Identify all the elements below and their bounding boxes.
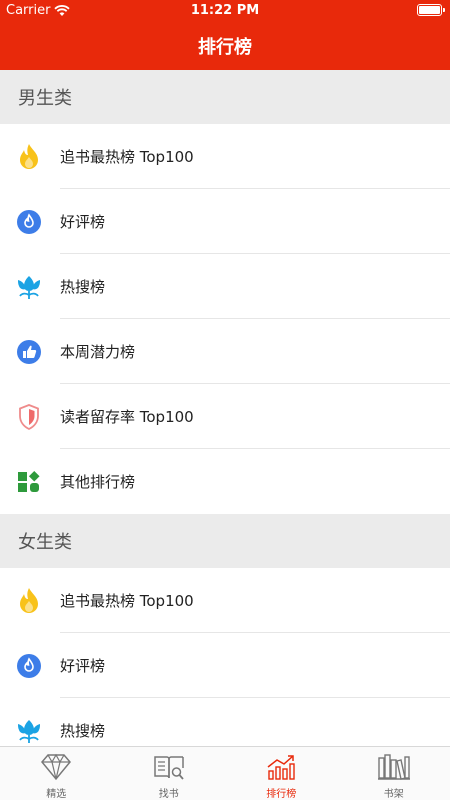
- tab-bookshelf[interactable]: 书架: [338, 747, 450, 800]
- list-item-label: 热搜榜: [60, 722, 106, 740]
- list-item[interactable]: 追书最热榜 Top100: [0, 124, 450, 189]
- list-item-label: 追书最热榜 Top100: [60, 592, 194, 610]
- list-item-label: 好评榜: [60, 657, 106, 675]
- list-item-label: 其他排行榜: [60, 473, 136, 491]
- status-bar: Carrier 11:22 PM: [0, 0, 450, 22]
- battery-icon: [417, 4, 445, 16]
- bookshelf-icon: [377, 752, 411, 782]
- ranking-list: 男生类 追书最热榜 Top100 好评榜 热搜榜 本周潜力榜 读者留存率 Top: [0, 70, 450, 746]
- tab-find-book[interactable]: 找书: [113, 747, 226, 800]
- tab-label: 排行榜: [266, 789, 297, 800]
- nav-bar: 排行榜: [0, 22, 450, 70]
- section-title: 男生类: [18, 88, 72, 109]
- list-item-label: 热搜榜: [60, 278, 106, 296]
- tab-featured[interactable]: 精选: [0, 747, 113, 800]
- list-item-label: 本周潜力榜: [60, 343, 136, 361]
- flame-icon: [15, 143, 43, 171]
- tab-label: 精选: [46, 789, 67, 800]
- thumbs-flame-icon: [15, 652, 43, 680]
- list-item[interactable]: 热搜榜: [0, 698, 450, 746]
- section-title: 女生类: [18, 532, 72, 553]
- list-item-label: 追书最热榜 Top100: [60, 148, 194, 166]
- list-item-label: 好评榜: [60, 213, 106, 231]
- list-item[interactable]: 热搜榜: [0, 254, 450, 319]
- grid-icon: [15, 468, 43, 496]
- tab-ranking[interactable]: 排行榜: [225, 747, 338, 800]
- tab-bar: 精选 找书 排行榜 书架: [0, 746, 450, 800]
- book-search-icon: [152, 752, 186, 782]
- chart-up-icon: [264, 752, 298, 782]
- page-title: 排行榜: [198, 37, 252, 58]
- list-item[interactable]: 追书最热榜 Top100: [0, 568, 450, 633]
- thumbs-up-icon: [15, 338, 43, 366]
- section-header-female: 女生类: [0, 514, 450, 568]
- status-time: 11:22 PM: [190, 3, 260, 18]
- list-item[interactable]: 本周潜力榜: [0, 319, 450, 384]
- list-item[interactable]: 其他排行榜: [0, 449, 450, 514]
- list-item[interactable]: 好评榜: [0, 189, 450, 254]
- lotus-icon: [15, 273, 43, 301]
- tab-label: 书架: [383, 789, 404, 800]
- shield-icon: [15, 403, 43, 431]
- thumbs-flame-icon: [15, 208, 43, 236]
- list-item[interactable]: 好评榜: [0, 633, 450, 698]
- section-header-male: 男生类: [0, 70, 450, 124]
- list-item-label: 读者留存率 Top100: [60, 408, 194, 426]
- diamond-icon: [39, 752, 73, 782]
- list-item[interactable]: 读者留存率 Top100: [0, 384, 450, 449]
- tab-label: 找书: [158, 789, 179, 800]
- lotus-icon: [15, 717, 43, 745]
- flame-icon: [15, 587, 43, 615]
